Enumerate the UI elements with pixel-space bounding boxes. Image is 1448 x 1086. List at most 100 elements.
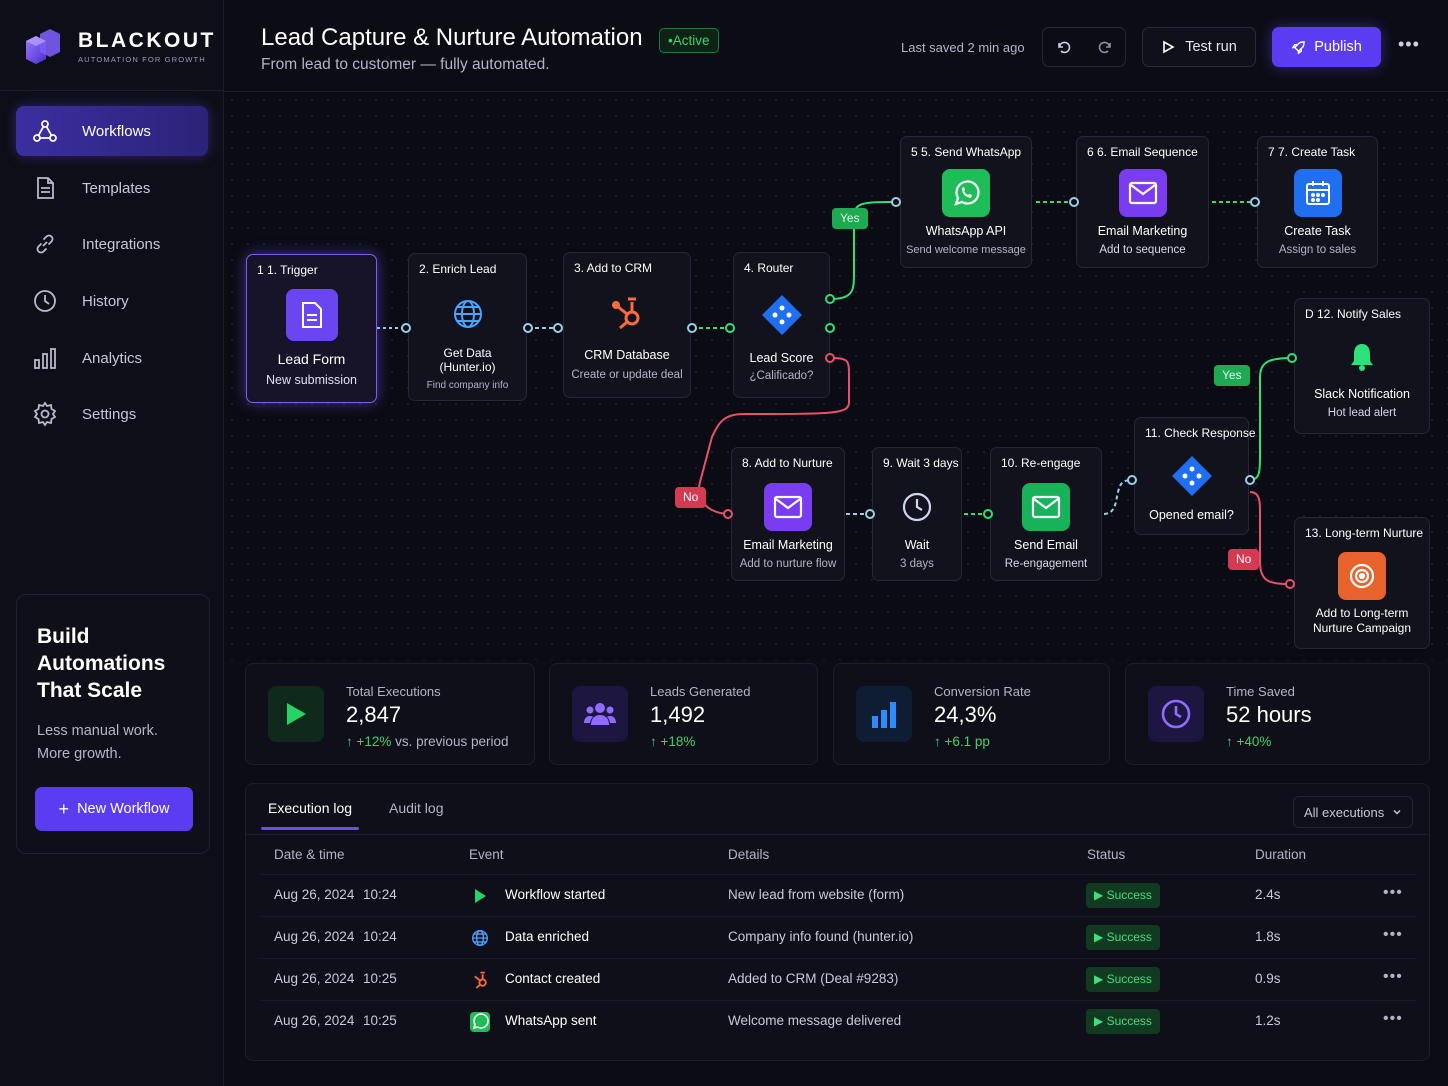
publish-button[interactable]: Publish bbox=[1272, 27, 1381, 67]
node-subtitle: Assign to sales bbox=[1278, 244, 1357, 256]
row-duration: 2.4s bbox=[1255, 887, 1281, 902]
node-long-term-nurture[interactable]: 13. Long-term Nurture Add to Long-term N… bbox=[1294, 517, 1430, 649]
node-port[interactable] bbox=[825, 323, 835, 333]
column-header[interactable]: Event bbox=[469, 847, 504, 862]
node-port[interactable] bbox=[1285, 579, 1295, 589]
node-title: WhatsApp API bbox=[925, 224, 1007, 238]
node-add-to-crm[interactable]: 3. Add to CRM CRM Database Create or upd… bbox=[563, 252, 691, 398]
column-header[interactable]: Duration bbox=[1255, 847, 1306, 862]
stat-delta-value: ↑ +12% bbox=[346, 734, 392, 749]
node-port[interactable] bbox=[1127, 475, 1137, 485]
nav-item-history[interactable]: History bbox=[16, 276, 208, 326]
last-saved: Last saved 2 min ago bbox=[901, 40, 1025, 55]
redo-button[interactable] bbox=[1095, 37, 1115, 57]
node-send-whatsapp[interactable]: 5 5. Send WhatsApp WhatsApp API Send wel… bbox=[900, 136, 1032, 268]
table-row[interactable]: Aug 26, 2024 10:25 WhatsApp sent Welcome… bbox=[261, 1000, 1416, 1042]
node-header: 6 6. Email Sequence bbox=[1087, 145, 1198, 159]
logo-icon bbox=[26, 29, 60, 64]
tab-execution-log[interactable]: Execution log bbox=[268, 800, 352, 816]
node-add-to-nurture[interactable]: 8. Add to Nurture Email Marketing Add to… bbox=[731, 447, 845, 581]
node-title: Lead Form bbox=[277, 351, 346, 367]
workflow-icon bbox=[33, 120, 57, 142]
node-header: 1 1. Trigger bbox=[257, 263, 318, 277]
calendar-icon bbox=[1293, 169, 1342, 217]
nav-item-templates[interactable]: Templates bbox=[16, 163, 208, 213]
stat-value: 2,847 bbox=[346, 702, 402, 727]
node-port[interactable] bbox=[723, 509, 733, 519]
node-port[interactable] bbox=[401, 323, 411, 333]
node-notify-sales[interactable]: D 12. Notify Sales Slack Notification Ho… bbox=[1294, 298, 1430, 434]
node-create-task[interactable]: 7 7. Create Task Create Task Assign to s… bbox=[1257, 136, 1378, 268]
node-wait[interactable]: 9. Wait 3 days Wait 3 days bbox=[872, 447, 962, 581]
row-more-icon[interactable]: ••• bbox=[1383, 884, 1403, 902]
hubspot-icon bbox=[469, 969, 491, 991]
column-header[interactable]: Date & time bbox=[274, 847, 345, 862]
node-port[interactable] bbox=[865, 509, 875, 519]
row-time: 10:25 bbox=[363, 1013, 397, 1028]
node-port[interactable] bbox=[983, 509, 993, 519]
node-port[interactable] bbox=[553, 323, 563, 333]
workflow-canvas[interactable]: Yes No Yes No 1 1. Trigger Lead Form New… bbox=[224, 92, 1448, 660]
node-port[interactable] bbox=[1245, 475, 1255, 485]
node-port[interactable] bbox=[725, 323, 735, 333]
nav-item-workflows[interactable]: Workflows bbox=[16, 106, 208, 156]
new-workflow-button[interactable]: + New Workflow bbox=[35, 787, 193, 831]
play-outline-icon bbox=[1163, 40, 1175, 54]
test-run-button[interactable]: Test run bbox=[1142, 27, 1256, 67]
node-port[interactable] bbox=[825, 294, 835, 304]
node-header: 5 5. Send WhatsApp bbox=[911, 145, 1022, 159]
nav-label: Workflows bbox=[82, 122, 151, 140]
node-trigger[interactable]: 1 1. Trigger Lead Form New submission bbox=[246, 254, 377, 403]
node-port[interactable] bbox=[1250, 197, 1260, 207]
bar-chart-icon bbox=[856, 686, 912, 742]
row-more-icon[interactable]: ••• bbox=[1383, 1010, 1403, 1028]
page-subtitle: From lead to customer — fully automated. bbox=[261, 56, 550, 73]
row-more-icon[interactable]: ••• bbox=[1383, 968, 1403, 986]
node-header: 8. Add to Nurture bbox=[742, 456, 833, 470]
node-title: Wait bbox=[904, 538, 930, 552]
sidebar: BLACKOUT AUTOMATION FOR GROWTH Workflows… bbox=[0, 0, 224, 1086]
node-port[interactable] bbox=[1069, 197, 1079, 207]
nav-label: Templates bbox=[82, 179, 151, 197]
node-port[interactable] bbox=[891, 197, 901, 207]
node-check-response[interactable]: 11. Check Response Opened email? bbox=[1134, 417, 1256, 535]
node-port[interactable] bbox=[523, 323, 533, 333]
redo-icon bbox=[1098, 41, 1111, 54]
table-row[interactable]: Aug 26, 2024 10:24 Workflow started New … bbox=[261, 874, 1416, 916]
whatsapp-icon bbox=[942, 169, 990, 217]
nav-item-analytics[interactable]: Analytics bbox=[16, 333, 208, 383]
table-row[interactable]: Aug 26, 2024 10:25 Contact created Added… bbox=[261, 958, 1416, 1000]
node-subtitle: Send welcome message bbox=[906, 244, 1026, 256]
nav-item-settings[interactable]: Settings bbox=[16, 389, 208, 439]
branch-no-tag: No bbox=[675, 487, 707, 508]
clock-icon bbox=[893, 483, 941, 531]
more-options-icon[interactable]: ••• bbox=[1398, 34, 1420, 55]
node-header: 13. Long-term Nurture bbox=[1305, 526, 1424, 540]
node-subtitle: ¿Calificado? bbox=[749, 370, 814, 382]
row-more-icon[interactable]: ••• bbox=[1383, 926, 1403, 944]
node-port[interactable] bbox=[687, 323, 697, 333]
node-re-engage[interactable]: 10. Re-engage Send Email Re-engagement bbox=[990, 447, 1102, 581]
column-header[interactable]: Status bbox=[1087, 847, 1125, 862]
row-time: 10:24 bbox=[363, 929, 397, 944]
node-subtitle: New submission bbox=[265, 373, 357, 387]
node-router[interactable]: 4. Router Lead Score ¿Calificado? bbox=[733, 252, 830, 398]
row-event: Contact created bbox=[505, 971, 601, 986]
node-email-sequence[interactable]: 6 6. Email Sequence Email Marketing Add … bbox=[1076, 136, 1209, 268]
node-port[interactable] bbox=[1287, 353, 1297, 363]
executions-filter-select[interactable]: All executions bbox=[1293, 796, 1413, 828]
node-enrich-lead[interactable]: 2. Enrich Lead Get Data (Hunter.io) Find… bbox=[408, 253, 527, 401]
status-badge: ▶ Success bbox=[1086, 883, 1160, 908]
undo-button[interactable] bbox=[1054, 37, 1074, 57]
play-icon bbox=[268, 686, 324, 742]
status-text: Success bbox=[1106, 1014, 1152, 1028]
stat-value: 1,492 bbox=[650, 702, 706, 727]
tab-audit-log[interactable]: Audit log bbox=[389, 800, 443, 816]
node-port[interactable] bbox=[825, 353, 835, 363]
nav-item-integrations[interactable]: Integrations bbox=[16, 219, 208, 269]
column-header[interactable]: Details bbox=[728, 847, 769, 862]
nav-label: Integrations bbox=[82, 235, 161, 253]
table-row[interactable]: Aug 26, 2024 10:24 Data enriched Company… bbox=[261, 916, 1416, 958]
globe-icon bbox=[469, 927, 491, 949]
brand[interactable]: BLACKOUT AUTOMATION FOR GROWTH bbox=[22, 24, 216, 68]
